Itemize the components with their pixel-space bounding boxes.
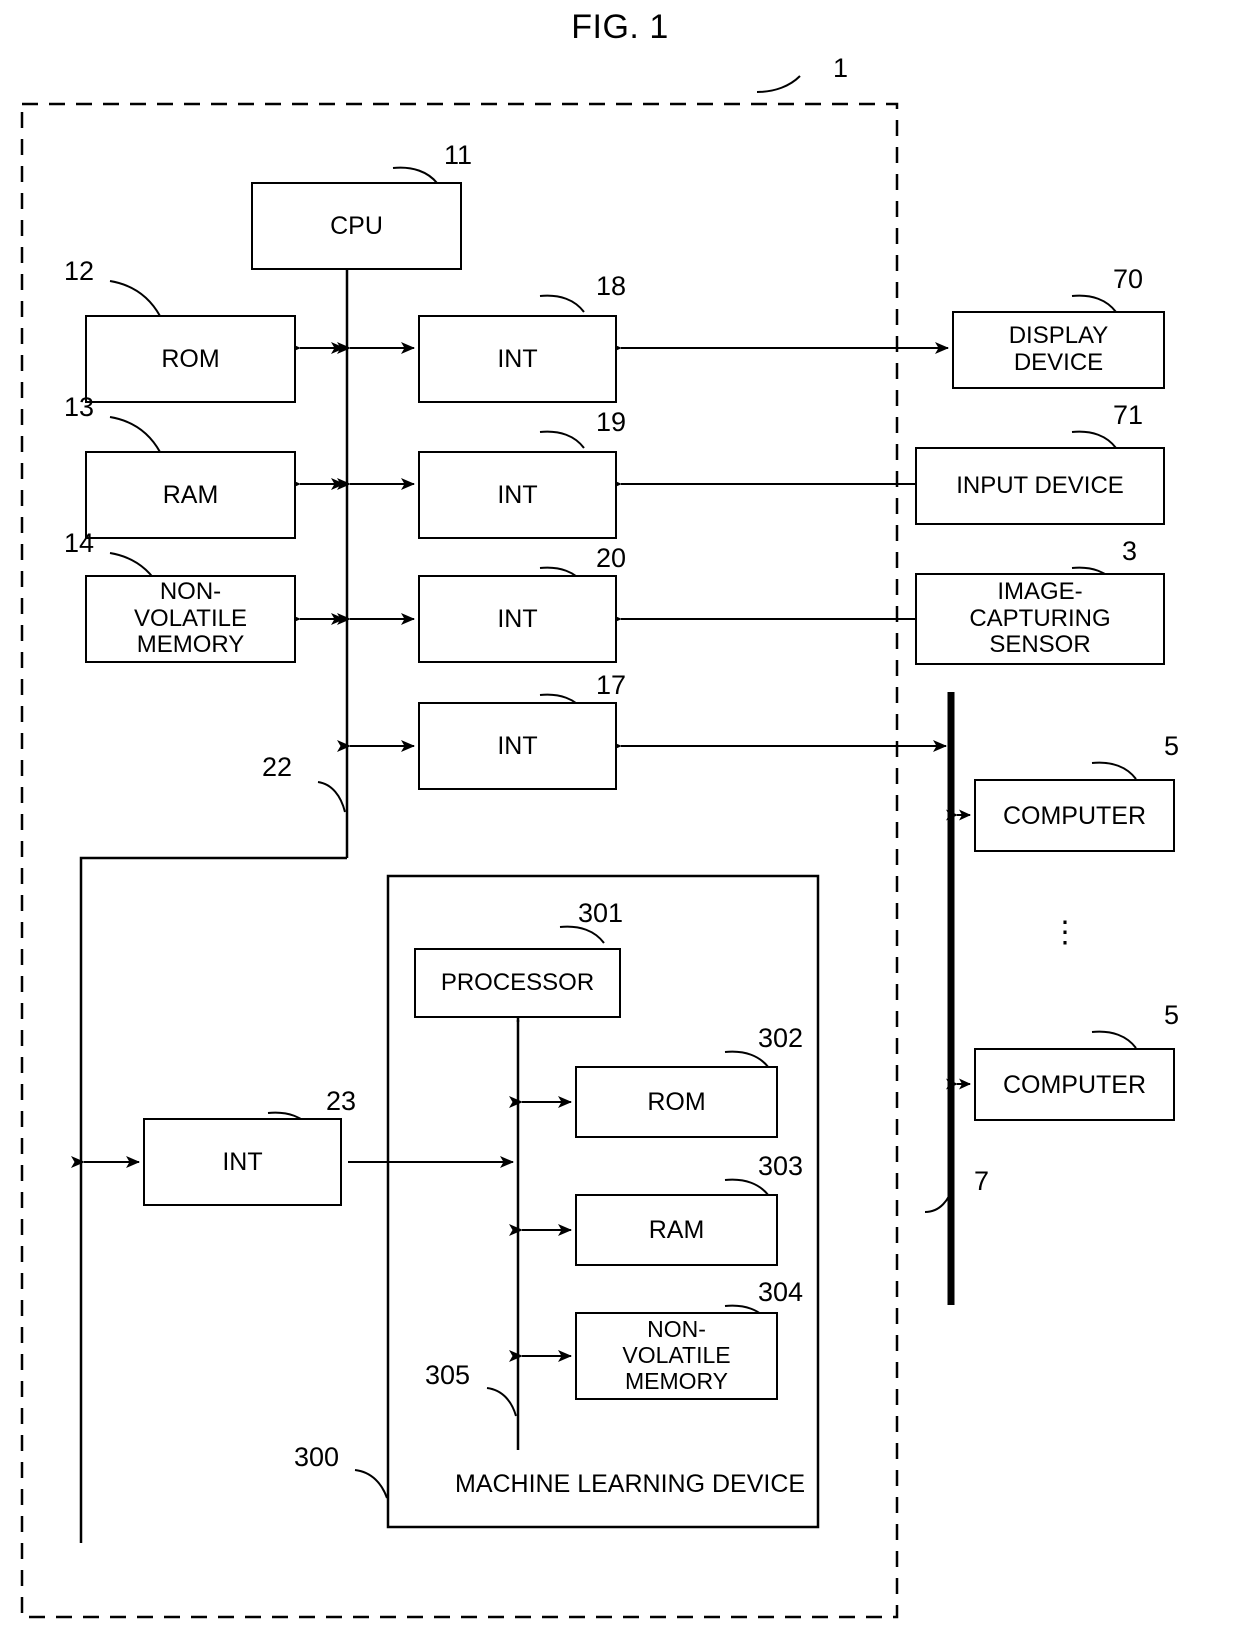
ellipsis-more-computers: ⋮ xyxy=(1050,916,1080,949)
ref-1-system: 1 xyxy=(833,53,849,83)
node-rom-302[interactable]: ROM xyxy=(575,1066,778,1138)
node-int-17[interactable]: INT xyxy=(418,702,617,790)
ref-302: 302 xyxy=(758,1023,804,1053)
ref-300: 300 xyxy=(294,1442,340,1472)
node-image-capturing-sensor-3-label: IMAGE- CAPTURING SENSOR xyxy=(969,577,1111,659)
ref-19: 19 xyxy=(596,407,627,437)
node-nonvolatile-memory-14-label: NON- VOLATILE MEMORY xyxy=(134,577,247,659)
node-image-capturing-sensor-3[interactable]: IMAGE- CAPTURING SENSOR xyxy=(915,573,1165,665)
ref-22: 22 xyxy=(262,752,293,782)
ref-303: 303 xyxy=(758,1151,804,1181)
node-computer-5-lower[interactable]: COMPUTER xyxy=(974,1048,1175,1121)
ref-23: 23 xyxy=(326,1086,357,1116)
node-display-device-70[interactable]: DISPLAY DEVICE xyxy=(952,311,1165,389)
ref-14: 14 xyxy=(64,528,95,558)
node-computer-5-upper[interactable]: COMPUTER xyxy=(974,779,1175,852)
machine-learning-device-label: MACHINE LEARNING DEVICE xyxy=(455,1470,806,1498)
ref-3: 3 xyxy=(1122,536,1138,566)
figure-page: FIG. 1 CPU 11 ROM 12 RAM 13 NON- VOLATIL… xyxy=(0,0,1240,1631)
node-cpu[interactable]: CPU xyxy=(251,182,462,270)
node-nonvolatile-memory-14[interactable]: NON- VOLATILE MEMORY xyxy=(85,575,296,663)
ref-5-upper: 5 xyxy=(1164,731,1180,761)
node-input-device-71[interactable]: INPUT DEVICE xyxy=(915,447,1165,525)
node-rom-12[interactable]: ROM xyxy=(85,315,296,403)
node-int-23[interactable]: INT xyxy=(143,1118,342,1206)
node-rom-302-label: ROM xyxy=(647,1088,706,1116)
node-int-18-label: INT xyxy=(497,345,538,373)
node-ram-13-label: RAM xyxy=(162,481,219,509)
node-computer-5-lower-label: COMPUTER xyxy=(1002,1070,1147,1099)
node-input-device-71-label: INPUT DEVICE xyxy=(956,471,1124,499)
node-nonvolatile-memory-304-label: NON- VOLATILE MEMORY xyxy=(622,1316,731,1394)
node-rom-12-label: ROM xyxy=(161,345,220,373)
node-display-device-70-label: DISPLAY DEVICE xyxy=(1008,322,1109,376)
ref-17: 17 xyxy=(596,670,627,700)
node-ram-13[interactable]: RAM xyxy=(85,451,296,539)
ref-7: 7 xyxy=(974,1166,990,1196)
node-int-18[interactable]: INT xyxy=(418,315,617,403)
node-int-17-label: INT xyxy=(497,732,538,760)
node-computer-5-upper-label: COMPUTER xyxy=(1002,801,1147,830)
ref-11: 11 xyxy=(444,140,473,170)
ref-70: 70 xyxy=(1113,264,1144,294)
node-int-19[interactable]: INT xyxy=(418,451,617,539)
ref-5-lower: 5 xyxy=(1164,1000,1180,1030)
node-nonvolatile-memory-304[interactable]: NON- VOLATILE MEMORY xyxy=(575,1312,778,1400)
ref-71: 71 xyxy=(1113,400,1144,430)
ref-301: 301 xyxy=(578,898,624,928)
ref-13: 13 xyxy=(64,392,95,422)
node-int-23-label: INT xyxy=(222,1148,263,1176)
ref-18: 18 xyxy=(596,271,627,301)
node-int-20[interactable]: INT xyxy=(418,575,617,663)
node-ram-303[interactable]: RAM xyxy=(575,1194,778,1266)
ellipsis-glyph: ⋮ xyxy=(1050,916,1080,949)
ref-20: 20 xyxy=(596,543,627,573)
node-processor-301[interactable]: PROCESSOR xyxy=(414,948,621,1018)
ref-12: 12 xyxy=(64,256,95,286)
ref-304: 304 xyxy=(758,1277,804,1307)
node-ram-303-label: RAM xyxy=(648,1216,705,1244)
node-int-20-label: INT xyxy=(497,605,538,633)
node-cpu-label: CPU xyxy=(330,212,383,240)
ref-305: 305 xyxy=(425,1360,471,1390)
node-int-19-label: INT xyxy=(497,481,538,509)
node-processor-301-label: PROCESSOR xyxy=(440,968,595,996)
